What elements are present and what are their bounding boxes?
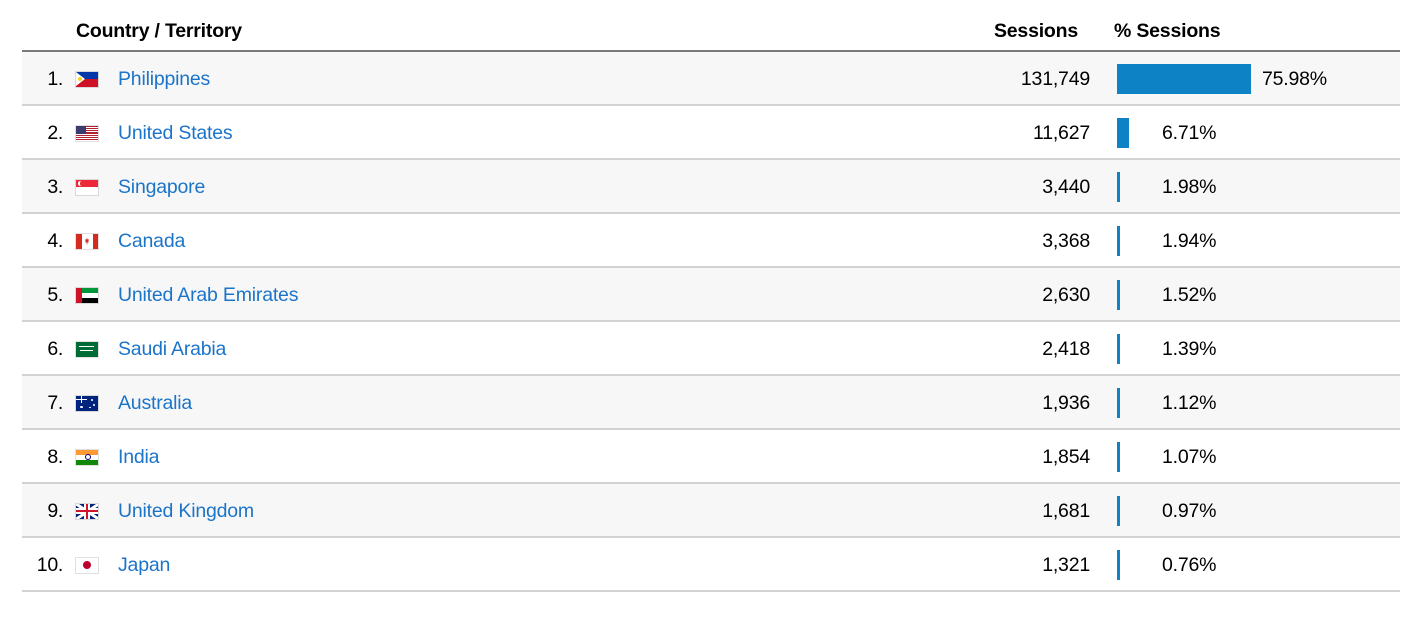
sessions-value: 3,440 bbox=[1042, 175, 1090, 198]
pct-bar bbox=[1117, 388, 1120, 418]
table-row[interactable]: 1. Philippines 131,749 75.98% bbox=[22, 52, 1400, 106]
pct-sessions-value: 75.98% bbox=[1262, 67, 1327, 90]
table-row[interactable]: 7. Australia 1,936 1.12% bbox=[22, 376, 1400, 430]
pct-sessions-value: 1.07% bbox=[1162, 445, 1217, 468]
pct-bar-cell bbox=[1117, 52, 1253, 106]
table-row[interactable]: 3. Singapore 3,440 1.98% bbox=[22, 160, 1400, 214]
country-territory-table: Sessions Country / Territory % Sessions … bbox=[0, 0, 1414, 622]
table-body: 1. Philippines 131,749 75.98% 2. United State… bbox=[22, 52, 1400, 592]
sessions-value: 2,630 bbox=[1042, 283, 1090, 306]
pct-bar bbox=[1117, 226, 1120, 256]
pct-bar bbox=[1117, 280, 1120, 310]
pct-bar bbox=[1117, 172, 1120, 202]
table-row[interactable]: 6. Saudi Arabia 2,418 1.39% bbox=[22, 322, 1400, 376]
sessions-value: 1,854 bbox=[1042, 445, 1090, 468]
pct-bar bbox=[1117, 118, 1129, 148]
pct-bar bbox=[1117, 496, 1120, 526]
table-row[interactable]: 5. United Arab Emirates 2,630 1.52% bbox=[22, 268, 1400, 322]
pct-sessions-value: 1.12% bbox=[1162, 391, 1217, 414]
sessions-value: 2,418 bbox=[1042, 337, 1090, 360]
pct-sessions-value: 0.76% bbox=[1162, 553, 1217, 576]
sessions-value: 3,368 bbox=[1042, 229, 1090, 252]
table-row[interactable]: 8. India 1,854 1.07% bbox=[22, 430, 1400, 484]
column-header-country[interactable]: Country / Territory bbox=[76, 20, 242, 43]
pct-bar bbox=[1117, 334, 1120, 364]
column-header-pct-sessions[interactable]: % Sessions bbox=[1114, 20, 1221, 43]
sessions-value: 1,321 bbox=[1042, 553, 1090, 576]
pct-sessions-value: 6.71% bbox=[1162, 121, 1217, 144]
sessions-value: 131,749 bbox=[1020, 67, 1090, 90]
pct-bar bbox=[1117, 64, 1251, 94]
pct-sessions-value: 0.97% bbox=[1162, 499, 1217, 522]
table-row[interactable]: 10. Japan 1,321 0.76% bbox=[22, 538, 1400, 592]
pct-sessions-value: 1.94% bbox=[1162, 229, 1217, 252]
table-row[interactable]: 9. United Kingdom 1,681 0.97% bbox=[22, 484, 1400, 538]
pct-bar bbox=[1117, 550, 1120, 580]
sessions-value: 11,627 bbox=[1033, 121, 1090, 144]
table-row[interactable]: 2. United States 11,627 6.71% bbox=[22, 106, 1400, 160]
pct-sessions-value: 1.98% bbox=[1162, 175, 1217, 198]
table-row[interactable]: 4. Canada 3,368 1.94% bbox=[22, 214, 1400, 268]
pct-bar bbox=[1117, 442, 1120, 472]
table-header-row: Sessions Country / Territory % Sessions bbox=[22, 0, 1400, 50]
sessions-value: 1,936 bbox=[1042, 391, 1090, 414]
sessions-value: 1,681 bbox=[1042, 499, 1090, 522]
pct-sessions-value: 1.39% bbox=[1162, 337, 1217, 360]
pct-sessions-value: 1.52% bbox=[1162, 283, 1217, 306]
